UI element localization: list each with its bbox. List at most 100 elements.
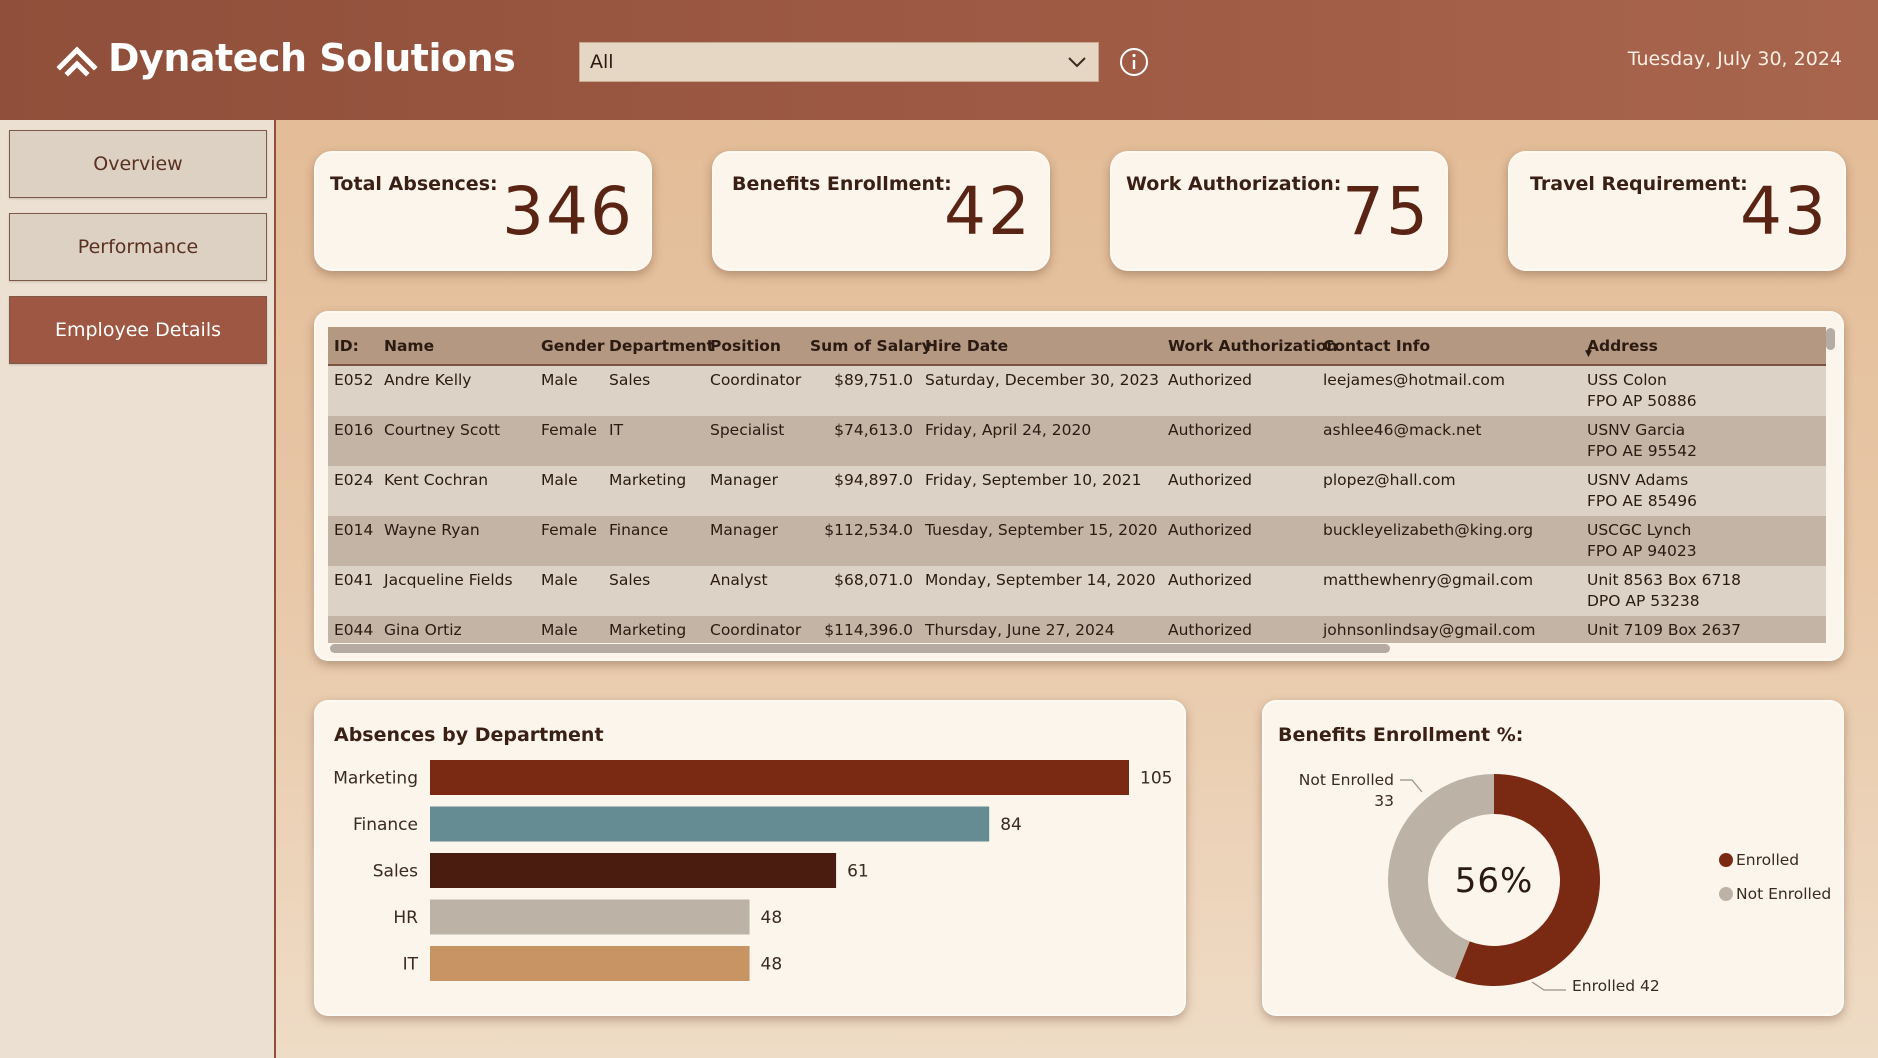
donut-center-percentage: 56%	[1455, 861, 1534, 901]
horizontal-scrollbar[interactable]	[330, 644, 1390, 653]
table-cell-address: USNV Adams FPO AE 85496	[1581, 466, 1826, 516]
kpi-work-authorization-card: Work Authorization: 75	[1110, 151, 1448, 271]
address-line-1: USNV Adams	[1587, 471, 1689, 489]
kpi-value: 346	[502, 173, 634, 250]
nav-overview-button[interactable]: Overview	[9, 130, 267, 198]
column-header[interactable]: Name	[378, 327, 535, 366]
table-cell: $114,396.0	[804, 616, 919, 643]
table-cell: Saturday, December 30, 2023	[919, 365, 1162, 416]
table-cell: Monday, September 14, 2020	[919, 566, 1162, 616]
table-cell: Manager	[704, 516, 804, 566]
table-cell: Kent Cochran	[378, 466, 535, 516]
bar-value-label: 48	[761, 908, 783, 928]
bar-sales[interactable]	[430, 853, 837, 888]
table-cell: Male	[535, 466, 603, 516]
table-cell: Female	[535, 516, 603, 566]
address-line-2: DPO AP 53238	[1587, 592, 1700, 610]
bar-marketing[interactable]	[430, 760, 1129, 795]
table-cell: IT	[603, 416, 704, 466]
legend-marker	[1719, 853, 1733, 867]
address-line-1: USNV Garcia	[1587, 421, 1686, 439]
table-cell: Thursday, June 27, 2024	[919, 616, 1162, 643]
table-row[interactable]: E016 Courtney Scott Female IT Specialist $74,…	[328, 416, 1826, 466]
table-cell: E041	[328, 566, 378, 616]
table-cell: Gina Ortiz	[378, 616, 535, 643]
kpi-value: 75	[1342, 173, 1430, 250]
table-cell: E014	[328, 516, 378, 566]
table-cell: ashlee46@mack.net	[1317, 416, 1581, 466]
table-cell: $94,897.0	[804, 466, 919, 516]
nav-employee-details-button[interactable]: Employee Details	[9, 296, 267, 364]
table-row[interactable]: E044 Gina Ortiz Male Marketing Coordinator $1…	[328, 616, 1826, 643]
chevron-down-icon	[1068, 57, 1086, 68]
kpi-value: 42	[944, 173, 1032, 250]
leader-line-enrolled	[1531, 981, 1566, 991]
table-cell: Authorized	[1162, 466, 1317, 516]
table-cell: $74,613.0	[804, 416, 919, 466]
absences-bar-chart: Marketing 105 Finance 84 Sales 61 HR 48 IT 48	[333, 760, 1172, 981]
address-line-1: Unit 7109 Box 2637	[1587, 621, 1742, 639]
table-cell: E024	[328, 466, 378, 516]
address-line-1: USS Colon	[1587, 371, 1667, 389]
bar-value-label: 48	[761, 955, 783, 975]
app-title: Dynatech Solutions	[108, 36, 516, 80]
table-cell: $68,071.0	[804, 566, 919, 616]
table-cell: Authorized	[1162, 416, 1317, 466]
table-body: E052 Andre Kelly Male Sales Coordinator $89,7…	[328, 365, 1826, 643]
legend-item-label: Enrolled	[1736, 851, 1799, 869]
table-cell: $89,751.0	[804, 365, 919, 416]
nav-performance-button[interactable]: Performance	[9, 213, 267, 281]
column-header[interactable]: Address ▼	[1581, 327, 1826, 366]
table-cell: Finance	[603, 516, 704, 566]
bar-category-label: IT	[403, 955, 419, 975]
column-header[interactable]: Sum of Salary	[804, 327, 932, 366]
kpi-value: 43	[1740, 173, 1828, 250]
table-cell: Marketing	[603, 466, 704, 516]
column-header[interactable]: Position	[704, 327, 804, 366]
chevron-up-logo-icon	[56, 46, 98, 77]
kpi-label: Travel Requirement:	[1530, 173, 1748, 195]
table-cell: Male	[535, 365, 603, 416]
table-cell: Female	[535, 416, 603, 466]
bar-category-label: HR	[393, 908, 418, 928]
column-header[interactable]: Hire Date	[919, 327, 1162, 366]
donut-label-enrolled: Enrolled 42	[1572, 977, 1660, 995]
column-header[interactable]: Department	[603, 327, 714, 366]
department-filter-dropdown[interactable]: All	[579, 42, 1099, 82]
table-cell: Specialist	[704, 416, 804, 466]
vertical-scrollbar[interactable]	[1826, 328, 1835, 350]
table-cell: Jacqueline Fields	[378, 566, 535, 616]
table-cell-address: Unit 8563 Box 6718 DPO AP 53238	[1581, 566, 1826, 616]
table-cell: plopez@hall.com	[1317, 466, 1581, 516]
table-cell-address: Unit 7109 Box 2637 DPO AP 74471	[1581, 616, 1826, 643]
column-header[interactable]: ID:	[328, 327, 378, 366]
info-icon[interactable]	[1118, 46, 1150, 78]
table-cell: Authorized	[1162, 365, 1317, 416]
bar-hr[interactable]	[430, 899, 750, 935]
app-logo: Dynatech Solutions	[56, 36, 516, 80]
column-header[interactable]: Work Authorization	[1162, 327, 1338, 366]
employee-table: ID: Name Gender Department Position Sum of Sa…	[328, 327, 1826, 643]
table-cell: leejames@hotmail.com	[1317, 365, 1581, 416]
address-line-1: Unit 8563 Box 6718	[1587, 571, 1742, 589]
table-row[interactable]: E024 Kent Cochran Male Marketing Manager $94,…	[328, 466, 1826, 516]
table-cell: Marketing	[603, 616, 704, 643]
address-line-2: FPO AP 50886	[1587, 392, 1697, 410]
table-cell: E016	[328, 416, 378, 466]
table-row[interactable]: E041 Jacqueline Fields Male Sales Analyst $68…	[328, 566, 1826, 616]
bar-finance[interactable]	[430, 806, 990, 842]
table-cell: Analyst	[704, 566, 804, 616]
address-line-2: FPO AP 94023	[1587, 542, 1697, 560]
table-cell-address: USS Colon FPO AP 50886	[1581, 365, 1826, 416]
employee-table-scroll-area[interactable]: ID: Name Gender Department Position Sum of Sa…	[328, 327, 1826, 643]
column-header[interactable]: Contact Info	[1317, 327, 1581, 366]
table-row[interactable]: E052 Andre Kelly Male Sales Coordinator $89,7…	[328, 365, 1826, 416]
table-cell: johnsonlindsay@gmail.com	[1317, 616, 1581, 643]
header-bar: Dynatech Solutions All Tuesday, July 30,…	[0, 0, 1878, 120]
filter-selected-value: All	[590, 51, 614, 73]
bar-it[interactable]	[430, 946, 750, 981]
column-header[interactable]: Gender	[535, 327, 605, 366]
table-row[interactable]: E014 Wayne Ryan Female Finance Manager $112,5…	[328, 516, 1826, 566]
table-cell: matthewhenry@gmail.com	[1317, 566, 1581, 616]
bar-value-label: 84	[1000, 815, 1022, 835]
